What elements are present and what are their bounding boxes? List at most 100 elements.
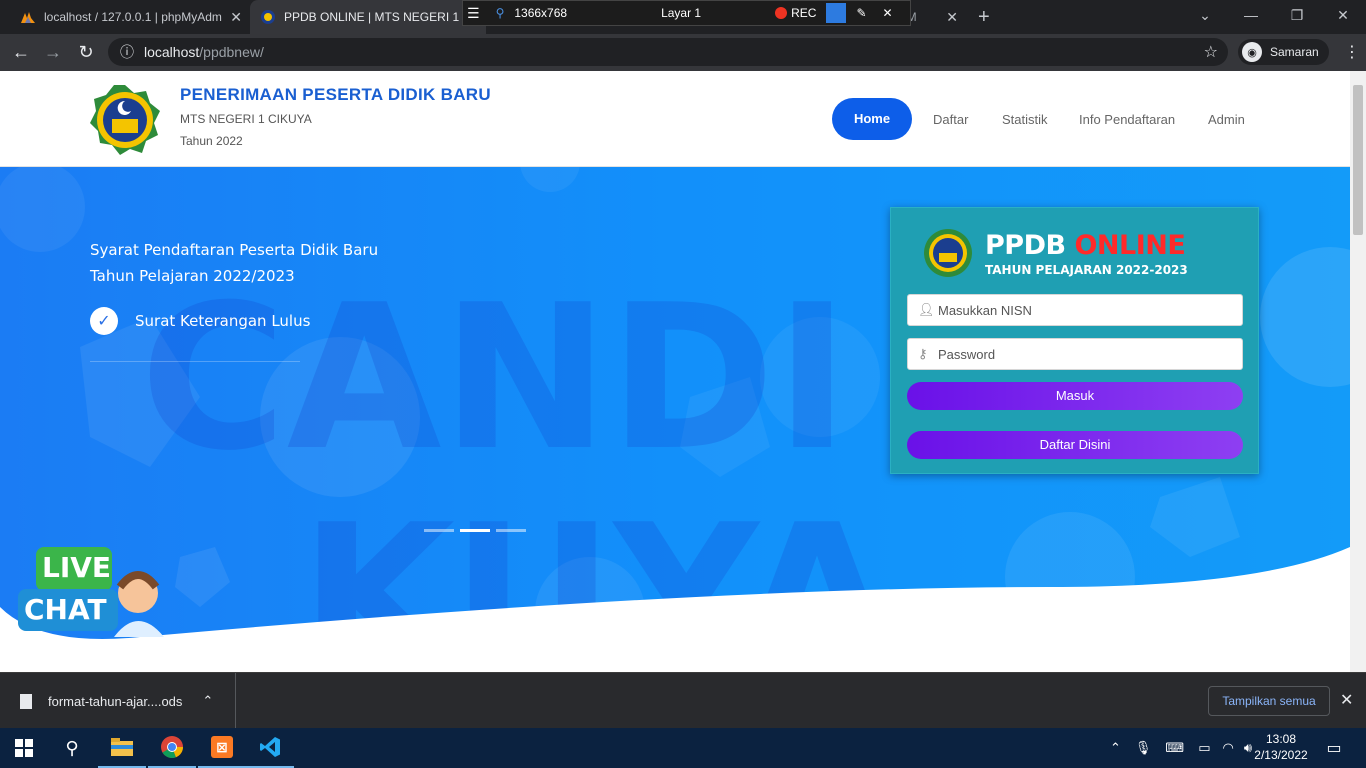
nav-info-pendaftaran[interactable]: Info Pendaftaran — [1079, 112, 1175, 127]
close-download-bar-icon[interactable]: ✕ — [1340, 690, 1353, 710]
profile-label: Samaran — [1270, 45, 1319, 59]
page-viewport: PENERIMAAN PESERTA DIDIK BARU MTS NEGERI… — [0, 71, 1350, 672]
vscode-icon[interactable] — [246, 728, 294, 768]
taskbar-clock[interactable]: 13:08 2/13/2022 — [1250, 731, 1312, 763]
school-year: Tahun 2022 — [180, 134, 243, 148]
windows-start-icon[interactable] — [0, 728, 48, 768]
close-tab-icon[interactable]: ✕ — [946, 9, 958, 26]
download-item[interactable]: format-tahun-ajar....ods ⌃ — [20, 673, 236, 729]
file-icon — [20, 693, 32, 709]
nav-admin[interactable]: Admin — [1208, 112, 1245, 127]
hero-title-line1: Syarat Pendaftaran Peserta Didik Baru — [90, 241, 379, 259]
file-explorer-icon[interactable] — [98, 728, 146, 768]
notifications-icon[interactable]: ▭ — [1310, 728, 1358, 768]
restore-button[interactable]: ❐ — [1274, 0, 1320, 30]
ppdb-title-white: PPDB — [985, 230, 1075, 261]
school-name: MTS NEGERI 1 CIKUYA — [180, 112, 312, 126]
user-icon: 👤︎ — [918, 302, 935, 317]
show-all-button[interactable]: Tampilkan semua — [1208, 686, 1330, 716]
watermark-line1: CANDI — [140, 262, 849, 495]
close-tab-icon[interactable]: ✕ — [230, 9, 242, 26]
minimize-button[interactable]: — — [1228, 0, 1274, 30]
windows-taskbar: ⚲ ⊠ ⌃ 🎙︎ ⌨ ▭ ◠ 🔊︎ 13:08 2/13/2022 ▭ — [0, 728, 1366, 768]
hero-banner: CANDI KUYA Syarat Pendaftaran Peserta Di… — [0, 167, 1350, 672]
download-bar: format-tahun-ajar....ods ⌃ Tampilkan sem… — [0, 672, 1366, 729]
capture-icon[interactable] — [826, 3, 847, 23]
wifi-icon[interactable]: ◠ — [1222, 740, 1233, 756]
close-icon[interactable]: ✕ — [883, 6, 893, 20]
pin-icon[interactable]: ⚲ — [496, 6, 505, 20]
address-toolbar: ← → ↻ ⓘ localhost/ppdbnew/ ☆ ◉ Samaran ⋮ — [0, 34, 1366, 71]
menu-icon[interactable]: ☰ — [467, 5, 480, 22]
pencil-icon[interactable]: ✎ — [856, 6, 866, 20]
reload-icon[interactable]: ↻ — [75, 42, 97, 63]
check-circle-icon: ✓ — [90, 307, 118, 335]
tray-chevron-icon[interactable]: ⌃ — [1110, 740, 1121, 756]
carousel-dot-2[interactable] — [460, 529, 490, 532]
keyboard-icon[interactable]: ⌨ — [1165, 740, 1184, 756]
download-filename: format-tahun-ajar....ods — [48, 693, 183, 709]
requirement-text: Surat Keterangan Lulus — [135, 312, 311, 330]
page-scrollbar[interactable] — [1350, 71, 1366, 672]
main-nav: Home — [832, 98, 912, 140]
nav-home[interactable]: Home — [832, 98, 912, 140]
divider — [90, 361, 300, 362]
live-label: LIVE — [42, 551, 112, 584]
clock-date: 2/13/2022 — [1254, 748, 1308, 762]
nisn-field[interactable]: 👤︎ — [907, 294, 1243, 326]
chat-label: CHAT — [24, 593, 107, 626]
password-input[interactable] — [938, 346, 1228, 362]
register-button[interactable]: Daftar Disini — [907, 431, 1243, 459]
site-header: PENERIMAAN PESERTA DIDIK BARU MTS NEGERI… — [0, 71, 1350, 167]
phpmyadmin-icon — [20, 9, 36, 25]
browser-menu-icon[interactable]: ⋮ — [1344, 42, 1360, 62]
chrome-icon[interactable] — [148, 728, 196, 768]
browser-tab-strip: localhost / 127.0.0.1 | phpMyAdm ✕ PPDB … — [0, 0, 1366, 34]
password-field[interactable]: ⚷ — [907, 338, 1243, 370]
url-field[interactable]: ⓘ localhost/ppdbnew/ ☆ — [108, 38, 1228, 66]
bookmark-star-icon[interactable]: ☆ — [1204, 42, 1218, 62]
window-close-button[interactable]: ✕ — [1320, 0, 1366, 30]
hero-title: Syarat Pendaftaran Peserta Didik Baru Ta… — [90, 237, 378, 289]
back-icon[interactable]: ← — [10, 42, 32, 63]
xampp-icon[interactable]: ⊠ — [198, 728, 246, 768]
login-button[interactable]: Masuk — [907, 382, 1243, 410]
hero-title-line2: Tahun Pelajaran 2022/2023 — [90, 267, 295, 285]
info-icon[interactable]: ⓘ — [120, 42, 134, 62]
key-icon: ⚷ — [918, 346, 928, 361]
battery-icon[interactable]: ▭ — [1198, 740, 1210, 756]
nav-statistik[interactable]: Statistik — [1002, 112, 1048, 127]
login-card: PPDB ONLINE TAHUN PELAJARAN 2022-2023 👤︎… — [890, 207, 1259, 474]
live-chat-widget[interactable]: LIVE CHAT — [16, 545, 166, 637]
ppdb-subtitle: TAHUN PELAJARAN 2022-2023 — [985, 263, 1188, 277]
tab-ppdb[interactable]: PPDB ONLINE | MTS NEGERI 1 C — [250, 0, 486, 34]
carousel-dot-3[interactable] — [496, 529, 526, 532]
tab-phpmyadmin[interactable]: localhost / 127.0.0.1 | phpMyAdm ✕ — [0, 0, 250, 34]
nisn-input[interactable] — [938, 302, 1228, 318]
nav-daftar[interactable]: Daftar — [933, 112, 968, 127]
ppdb-title-red: ONLINE — [1074, 230, 1186, 261]
tab-search-icon[interactable]: ⌄ — [1182, 0, 1228, 30]
main-nav-statistik: Statistik — [1002, 98, 1048, 140]
incognito-profile[interactable]: ◉ Samaran — [1238, 39, 1329, 65]
url-host: localhost — [144, 44, 200, 60]
chevron-up-icon[interactable]: ⌃ — [202, 693, 213, 709]
ppdb-logo — [923, 228, 973, 278]
tab-title: PPDB ONLINE | MTS NEGERI 1 C — [284, 10, 472, 24]
screen-recorder-toolbar: ☰ ⚲ 1366x768 Layar 1 REC ✎ ✕ — [462, 0, 911, 26]
new-tab-button[interactable]: + — [978, 6, 990, 29]
url-path: /ppdbnew/ — [199, 44, 264, 60]
system-tray: ⌃ 🎙︎ ⌨ ▭ ◠ 🔊︎ — [1110, 728, 1252, 768]
record-button[interactable]: REC — [791, 6, 816, 20]
recorder-layer[interactable]: Layar 1 — [661, 6, 701, 20]
main-nav-admin: Admin — [1208, 98, 1245, 140]
microphone-icon[interactable]: 🎙︎ — [1135, 740, 1152, 756]
tab-title: localhost / 127.0.0.1 | phpMyAdm — [44, 10, 222, 24]
carousel-dot-1[interactable] — [424, 529, 454, 532]
main-nav-info: Info Pendaftaran — [1079, 98, 1175, 140]
clock-time: 13:08 — [1265, 732, 1297, 746]
recorder-resolution: 1366x768 — [514, 6, 568, 20]
scrollbar-thumb[interactable] — [1353, 85, 1363, 235]
forward-icon[interactable]: → — [42, 42, 64, 63]
search-icon[interactable]: ⚲ — [48, 728, 96, 768]
